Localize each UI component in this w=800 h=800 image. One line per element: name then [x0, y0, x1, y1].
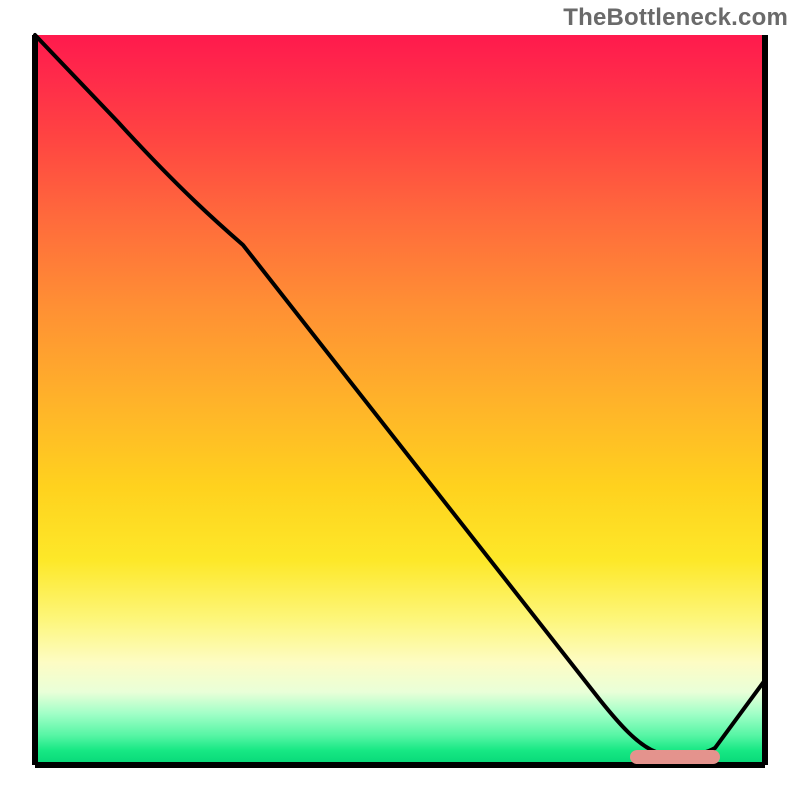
axes — [35, 35, 765, 765]
chart-container: TheBottleneck.com — [0, 0, 800, 800]
curve-line — [35, 35, 765, 755]
optimal-marker — [630, 750, 720, 764]
chart-overlay — [0, 0, 800, 800]
